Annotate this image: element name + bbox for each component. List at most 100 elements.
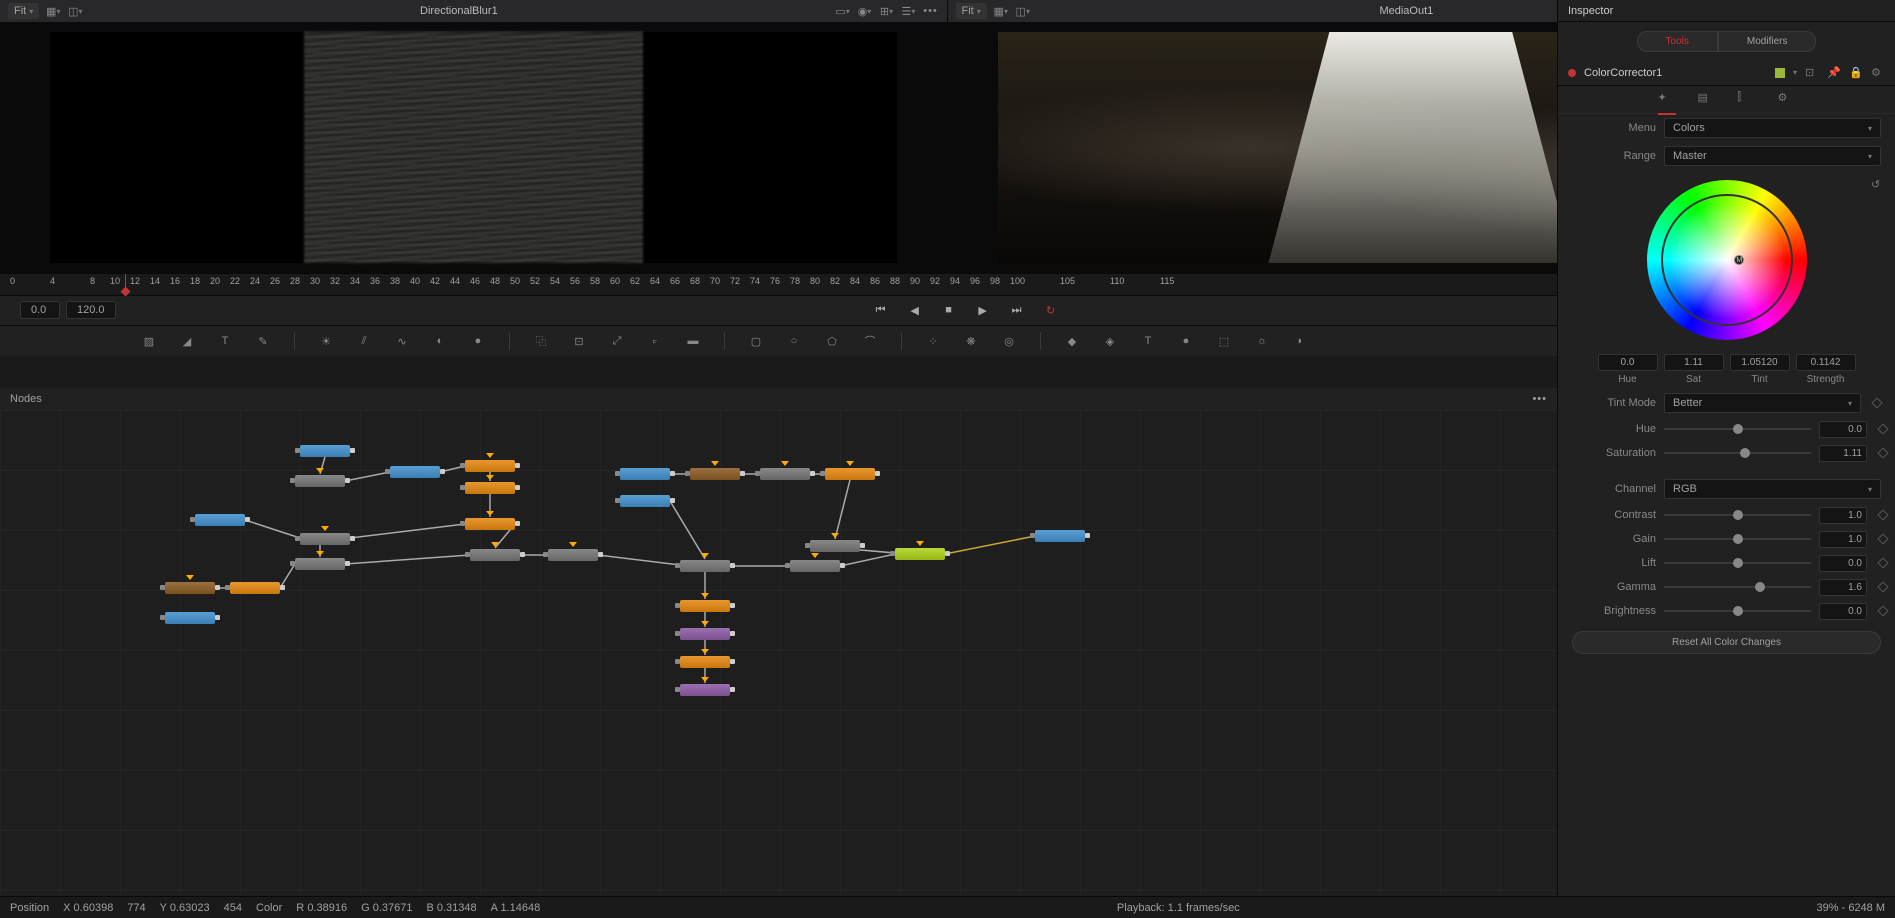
- flow-node[interactable]: [620, 468, 670, 480]
- flow-node[interactable]: [390, 466, 440, 478]
- node-color-chip[interactable]: [1775, 68, 1785, 78]
- first-frame-button[interactable]: ⏮: [872, 301, 890, 319]
- playhead-marker[interactable]: [125, 274, 126, 294]
- reset-all-button[interactable]: Reset All Color Changes: [1572, 631, 1881, 654]
- stack-icon[interactable]: ☰▾: [901, 3, 917, 19]
- background-tool-icon[interactable]: ▨: [140, 332, 158, 350]
- contrast-slider[interactable]: [1664, 514, 1811, 516]
- flow-node[interactable]: [300, 533, 350, 545]
- color-wheel[interactable]: M: [1647, 180, 1807, 340]
- hue-value[interactable]: 0.0: [1598, 354, 1658, 371]
- flow-node[interactable]: [895, 548, 945, 560]
- merge-tool-icon[interactable]: ⿻: [532, 332, 550, 350]
- sat-value[interactable]: 1.11: [1664, 354, 1724, 371]
- keyframe-diamond[interactable]: [1877, 557, 1888, 568]
- gain-value[interactable]: 1.0: [1819, 531, 1867, 548]
- curve-tool-icon[interactable]: ∿: [393, 332, 411, 350]
- correction-tab-icon[interactable]: ✦: [1658, 91, 1676, 109]
- keyframe-diamond[interactable]: [1871, 397, 1882, 408]
- keyframe-diamond[interactable]: [1877, 581, 1888, 592]
- viewer-content[interactable]: [0, 22, 947, 273]
- mask-rect-tool-icon[interactable]: ▢: [747, 332, 765, 350]
- tab-tools[interactable]: Tools: [1637, 31, 1718, 52]
- saturation-value[interactable]: 1.11: [1819, 445, 1867, 462]
- blur-tool-icon[interactable]: ●: [469, 332, 487, 350]
- particles-tool-icon[interactable]: ⁘: [924, 332, 942, 350]
- reset-wheel-icon[interactable]: ↺: [1871, 178, 1885, 192]
- paint-tool-icon[interactable]: ✎: [254, 332, 272, 350]
- gain-slider[interactable]: [1664, 538, 1811, 540]
- fit-dropdown[interactable]: Fit▾: [956, 3, 987, 19]
- letterbox-tool-icon[interactable]: ▬: [684, 332, 702, 350]
- gradient-tool-icon[interactable]: ◢: [178, 332, 196, 350]
- play-reverse-button[interactable]: ◀: [906, 301, 924, 319]
- flow-node[interactable]: [548, 549, 598, 561]
- gamma-value[interactable]: 1.6: [1819, 579, 1867, 596]
- settings-icon[interactable]: ⚙: [1871, 66, 1885, 80]
- mask-poly-tool-icon[interactable]: ⬠: [823, 332, 841, 350]
- split-icon[interactable]: ◫▾: [1015, 3, 1031, 19]
- tab-modifiers[interactable]: Modifiers: [1718, 31, 1817, 52]
- range-end-field[interactable]: 120.0: [66, 301, 116, 319]
- curves-tab-icon[interactable]: ⫿: [1738, 91, 1756, 109]
- channel-select[interactable]: RGB▾: [1664, 479, 1881, 499]
- flow-node[interactable]: [165, 612, 215, 624]
- stop-button[interactable]: ■: [940, 301, 958, 319]
- keyframe-diamond[interactable]: [1877, 605, 1888, 616]
- flow-node[interactable]: [810, 540, 860, 552]
- flow-node[interactable]: [295, 558, 345, 570]
- split-icon[interactable]: ◫▾: [67, 3, 83, 19]
- text-tool-icon[interactable]: T: [216, 332, 234, 350]
- grid-icon[interactable]: ⊞▾: [879, 3, 895, 19]
- nodes-menu-icon[interactable]: •••: [1532, 393, 1547, 405]
- flow-node[interactable]: [465, 482, 515, 494]
- flow-node[interactable]: [680, 560, 730, 572]
- cube-tool-icon[interactable]: ⬚: [1215, 332, 1233, 350]
- flow-node[interactable]: [465, 518, 515, 530]
- flow-node[interactable]: [470, 549, 520, 561]
- gamma-slider[interactable]: [1664, 586, 1811, 588]
- hue-slider[interactable]: [1664, 428, 1811, 430]
- chevron-down-icon[interactable]: ▾: [1793, 68, 1797, 77]
- globe-icon[interactable]: ◉▾: [857, 3, 873, 19]
- more-icon[interactable]: •••: [923, 3, 939, 19]
- versions-icon[interactable]: ⊡: [1805, 66, 1819, 80]
- mask-ellipse-tool-icon[interactable]: ○: [785, 332, 803, 350]
- flow-node[interactable]: [760, 468, 810, 480]
- lift-slider[interactable]: [1664, 562, 1811, 564]
- keyframe-diamond[interactable]: [1877, 447, 1888, 458]
- keyframe-diamond[interactable]: [1877, 533, 1888, 544]
- flow-node[interactable]: [230, 582, 280, 594]
- loop-button[interactable]: ↻: [1042, 301, 1060, 319]
- 3d-tool-icon[interactable]: ◆: [1063, 332, 1081, 350]
- flow-node[interactable]: [300, 445, 350, 457]
- menu-select[interactable]: Colors▾: [1664, 118, 1881, 138]
- flow-node[interactable]: [690, 468, 740, 480]
- brightness-value[interactable]: 0.0: [1819, 603, 1867, 620]
- contrast-value[interactable]: 1.0: [1819, 507, 1867, 524]
- lift-value[interactable]: 0.0: [1819, 555, 1867, 572]
- flow-node[interactable]: [620, 495, 670, 507]
- contrast-tool-icon[interactable]: ◐: [431, 332, 449, 350]
- flow-node[interactable]: [790, 560, 840, 572]
- camera-tool-icon[interactable]: ◈: [1101, 332, 1119, 350]
- flow-node[interactable]: [680, 656, 730, 668]
- flow-node[interactable]: [825, 468, 875, 480]
- play-button[interactable]: ▶: [974, 301, 992, 319]
- light-tool-icon[interactable]: ☼: [1253, 332, 1271, 350]
- strength-value[interactable]: 0.1142: [1796, 354, 1856, 371]
- brightness-slider[interactable]: [1664, 610, 1811, 612]
- color-wheel-handle[interactable]: M: [1734, 255, 1744, 265]
- transform-tool-icon[interactable]: ⊡: [570, 332, 588, 350]
- emitter-tool-icon[interactable]: ❋: [962, 332, 980, 350]
- tint-mode-select[interactable]: Better▾: [1664, 393, 1861, 413]
- flow-node[interactable]: [195, 514, 245, 526]
- flow-node[interactable]: [295, 475, 345, 487]
- lock-icon[interactable]: 🔒: [1849, 66, 1863, 80]
- shade-tool-icon[interactable]: ◗: [1291, 332, 1309, 350]
- flow-node[interactable]: [680, 600, 730, 612]
- suppress-tab-icon[interactable]: ⚙: [1778, 91, 1796, 109]
- flow-node[interactable]: [165, 582, 215, 594]
- keyframe-diamond[interactable]: [1877, 509, 1888, 520]
- layout-icon[interactable]: ▦▾: [45, 3, 61, 19]
